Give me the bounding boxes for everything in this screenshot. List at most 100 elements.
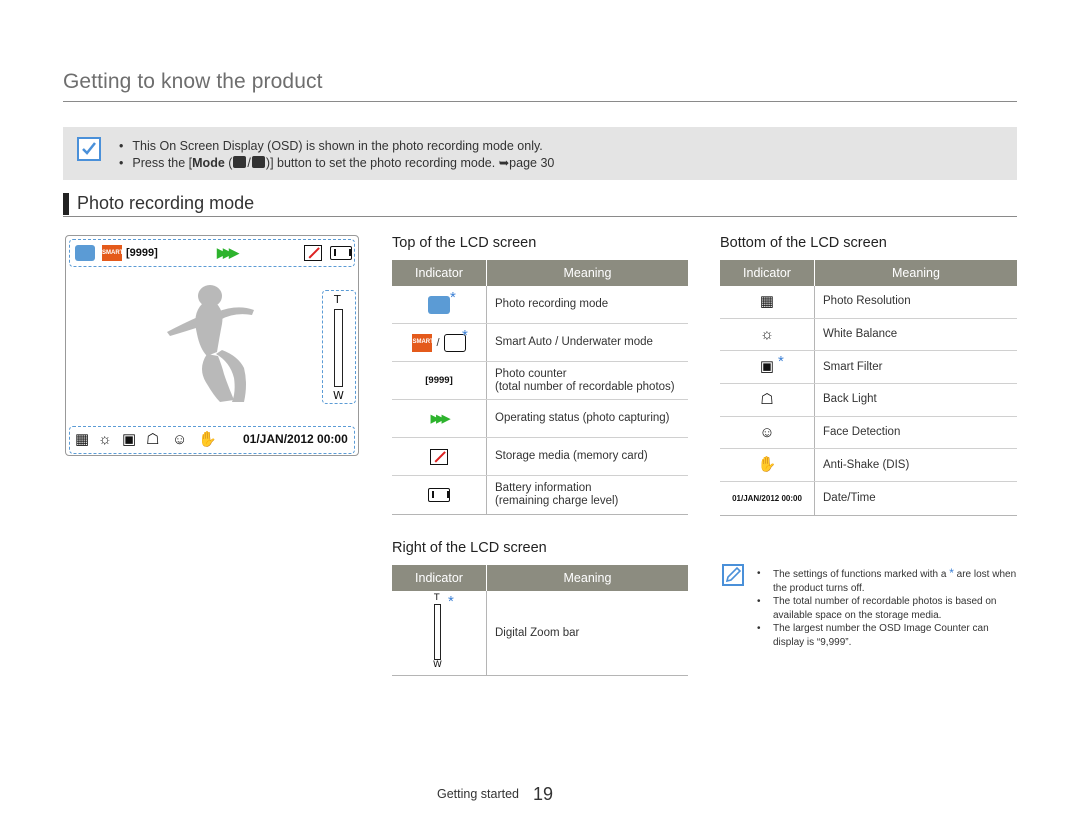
operating-status-icon: ▶▶▶ <box>430 413 450 425</box>
header-indicator: Indicator <box>392 565 487 591</box>
star-icon: * <box>949 566 954 580</box>
note-item: Press the [Mode (/)] button to set the p… <box>119 155 554 172</box>
note-pencil-icon <box>722 564 744 586</box>
header-meaning: Meaning <box>563 266 612 280</box>
meaning-cell: Photo recording mode <box>495 298 609 310</box>
section-title: Photo recording mode <box>77 193 255 213</box>
meaning-cell: Date/Time <box>823 491 876 504</box>
meaning-cell: Smart Auto / Underwater mode <box>495 336 653 348</box>
page-title: Getting to know the product <box>63 70 323 93</box>
table-row: ▦ Photo Resolution <box>720 286 1017 319</box>
header-indicator: Indicator <box>392 260 487 286</box>
photo-resolution-icon: ▦ <box>759 292 775 310</box>
photo-resolution-icon: ▦ <box>75 431 90 448</box>
operating-status-icon: ▶▶▶ <box>217 245 239 260</box>
star-icon: * <box>778 353 784 371</box>
table-row: ▶▶▶ Operating status (photo capturing) <box>392 400 688 438</box>
header-meaning: Meaning <box>563 571 612 585</box>
anti-shake-icon: ✋ <box>757 456 777 474</box>
section-divider <box>63 216 1017 217</box>
battery-icon <box>428 488 450 502</box>
table-row: ☼ White Balance <box>720 318 1017 352</box>
face-detection-icon: ☺ <box>759 423 775 441</box>
note2-list: The settings of functions marked with a … <box>757 566 1017 649</box>
digital-zoom-bar <box>334 309 343 387</box>
table-header: Indicator Meaning <box>392 260 688 286</box>
lcd-date-time: 01/JAN/2012 00:00 <box>243 432 348 446</box>
indicator-cell: ▶▶▶ <box>392 400 487 437</box>
storage-media-icon <box>304 245 322 261</box>
note-check-icon <box>77 137 101 161</box>
table-row: Storage media (memory card) <box>392 438 688 476</box>
top-table-title: Top of the LCD screen <box>392 235 537 251</box>
table-row: ▣ * Smart Filter <box>720 351 1017 385</box>
indicator-cell: [9999] <box>392 362 487 399</box>
meaning-cell: Back Light <box>823 393 877 406</box>
back-light-icon: ☖ <box>760 390 774 408</box>
camera-icon <box>251 156 265 168</box>
smart-filter-icon: ▣ <box>759 358 775 376</box>
page-number: 19 <box>533 784 554 804</box>
table-row: T W * Digital Zoom bar <box>392 591 688 675</box>
title-divider <box>63 101 1017 102</box>
meaning-cell: Photo Resolution <box>823 295 911 308</box>
meaning-cell: Smart Filter <box>823 360 883 373</box>
table-row: ☺ Face Detection <box>720 416 1017 450</box>
table-row: 01/JAN/2012 00:00 Date/Time <box>720 482 1017 515</box>
white-balance-icon: ☼ <box>760 325 774 343</box>
header-indicator: Indicator <box>720 260 815 286</box>
indicator-cell: T W * <box>392 591 487 675</box>
bottom-lcd-table: Indicator Meaning ▦ Photo Resolution ☼ W… <box>720 260 1017 516</box>
table-header: Indicator Meaning <box>720 260 1017 286</box>
table-row: SMART / * Smart Auto / Underwater mode <box>392 324 688 362</box>
indicator-cell: SMART / * <box>392 324 487 361</box>
table-row: * Photo recording mode <box>392 286 688 324</box>
anti-shake-icon: ✋ <box>198 431 217 448</box>
table-row: ☖ Back Light <box>720 384 1017 417</box>
person-silhouette <box>167 285 254 402</box>
video-camera-icon <box>233 156 247 168</box>
battery-icon <box>330 246 352 260</box>
meaning-cell: Face Detection <box>823 426 901 439</box>
right-table-title: Right of the LCD screen <box>392 540 547 556</box>
face-detection-icon: ☺ <box>172 431 188 448</box>
indicator-cell: * <box>392 286 487 323</box>
storage-media-icon <box>430 448 448 465</box>
digital-zoom-bar-icon: T W <box>433 593 442 670</box>
table-row: ✋ Anti-Shake (DIS) <box>720 449 1017 483</box>
note2-item: The total number of recordable photos is… <box>757 595 1017 622</box>
indicator-cell: ▣ * <box>720 351 815 384</box>
indicator-cell <box>392 438 487 475</box>
note2-item: The settings of functions marked with a … <box>757 566 1017 595</box>
lcd-right-region: T W <box>322 290 356 404</box>
note2-item: The largest number the OSD Image Counter… <box>757 622 1017 649</box>
meaning-cell: White Balance <box>823 328 898 341</box>
meaning-cell: Digital Zoom bar <box>495 626 580 639</box>
table-row: Battery information (remaining charge lev… <box>392 476 688 514</box>
star-icon: * <box>462 327 468 344</box>
indicator-cell: ☺ <box>720 416 815 449</box>
indicator-cell: 01/JAN/2012 00:00 <box>720 482 815 515</box>
date-time-text: 01/JAN/2012 00:00 <box>732 493 802 503</box>
white-balance-icon: ☼ <box>98 431 112 448</box>
top-lcd-table: Indicator Meaning * Photo recording mode… <box>392 260 688 515</box>
star-icon: * <box>448 593 454 610</box>
lcd-screen-illustration: SMART [9999] ▶▶▶ T W ▦ ☼ ▣ ☖ ☺ ✋ 01/JAN/… <box>65 235 359 456</box>
meaning-cell: Photo counter (total number of recordable… <box>495 367 675 393</box>
indicator-cell: ☖ <box>720 384 815 416</box>
note-box: This On Screen Display (OSD) is shown in… <box>63 127 1017 180</box>
zoom-wide-label: W <box>333 389 344 402</box>
table-row: [9999] Photo counter (total number of rec… <box>392 362 688 400</box>
lcd-top-region: SMART [9999] ▶▶▶ <box>69 239 355 267</box>
table-header: Indicator Meaning <box>392 565 688 591</box>
back-light-icon: ☖ <box>146 431 160 448</box>
indicator-cell: ▦ <box>720 286 815 318</box>
smart-auto-icon: SMART <box>102 245 123 261</box>
star-icon: * <box>450 289 456 306</box>
right-lcd-table: Indicator Meaning T W * Digital Zoom bar <box>392 565 688 676</box>
meaning-cell: Battery information (remaining charge lev… <box>495 482 619 507</box>
meaning-cell: Storage media (memory card) <box>495 450 648 462</box>
indicator-cell: ✋ <box>720 449 815 482</box>
smart-auto-icon: SMART <box>412 333 434 352</box>
smart-filter-icon: ▣ <box>122 431 137 448</box>
